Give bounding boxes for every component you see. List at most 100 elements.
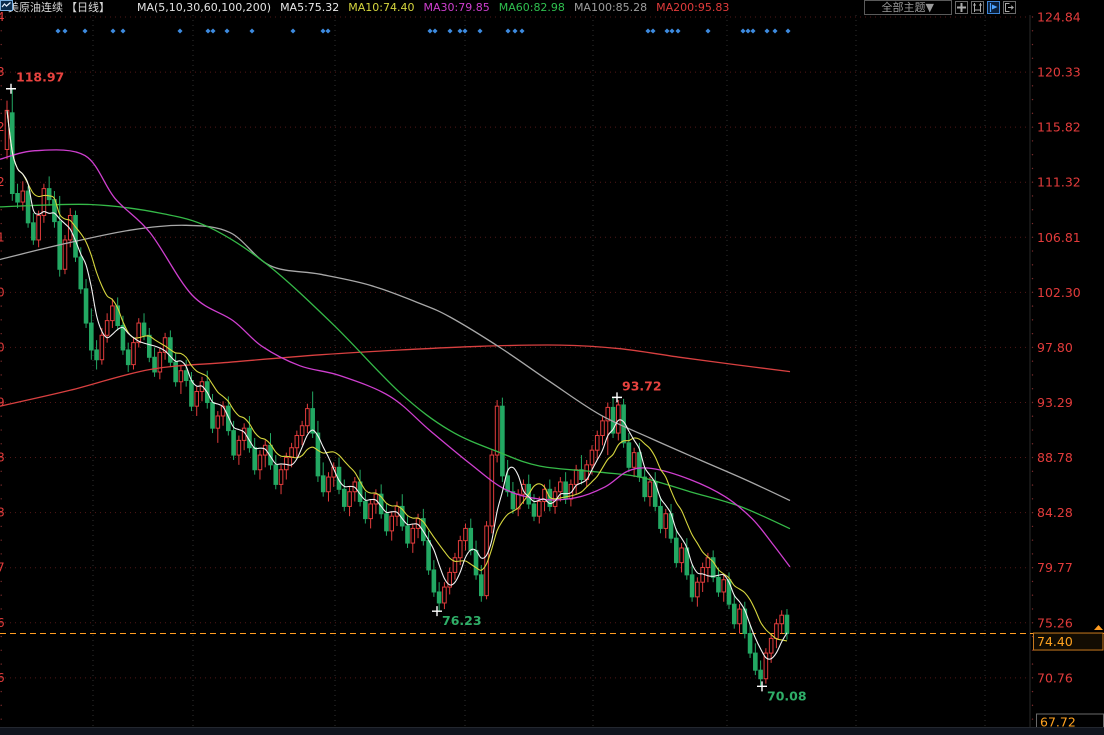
left-axis-partial-digit: 0 <box>0 340 5 354</box>
ma-params-label: MA(5,10,30,60,100,200) <box>137 1 272 14</box>
candle-body <box>626 442 632 468</box>
extreme-price-label: 70.08 <box>767 688 807 703</box>
candle-body <box>426 540 431 571</box>
ma100-value: MA100:85.28 <box>573 1 648 14</box>
top-bar: 美原油连续 【日线】 MA(5,10,30,60,100,200) MA5:75… <box>0 0 1104 15</box>
left-axis-partial-digit: 3 <box>0 65 5 79</box>
candle-body <box>405 525 410 544</box>
axis-scale-icon-button[interactable] <box>971 1 984 14</box>
current-price-value: 74.40 <box>1037 634 1073 649</box>
candle-body <box>83 288 89 324</box>
candle-body <box>363 501 368 520</box>
axis-price-label: 111.32 <box>1037 175 1081 190</box>
instrument-title: 美原油连续 <box>8 1 63 14</box>
candle-body <box>594 435 600 451</box>
candle-body <box>531 503 537 517</box>
candle-body <box>146 334 152 358</box>
candle-body <box>631 452 637 468</box>
candle-body <box>479 574 484 597</box>
candle-body <box>500 405 505 477</box>
axis-price-label: 88.78 <box>1037 450 1073 465</box>
candle-body <box>4 109 10 150</box>
candle-body <box>78 256 84 290</box>
candle-body <box>25 190 31 224</box>
candle-body <box>452 557 458 573</box>
candle-body <box>73 215 78 258</box>
kline-app: 4 3 2 2 1 0 0 9 8 8 7 6 6 118.97 93.72 76.23 70.08 124.84… <box>0 0 1104 735</box>
kline-mini-icon <box>0 0 133 13</box>
period-label: 【日线】 <box>66 1 110 14</box>
candle-body <box>257 454 263 471</box>
candle-body <box>463 527 468 542</box>
candle-body <box>489 454 495 527</box>
candle-body <box>189 380 194 407</box>
candle-body <box>473 549 479 576</box>
candle-body <box>573 469 579 485</box>
left-axis-partial-digit: 1 <box>0 230 5 244</box>
candle-body <box>305 408 310 427</box>
left-axis-partial-digit: 6 <box>0 671 5 685</box>
candle-body <box>753 652 758 671</box>
candle-body <box>721 579 727 593</box>
candle-body <box>236 439 242 456</box>
axis-price-label: 115.82 <box>1037 120 1081 135</box>
candle-body <box>637 452 642 478</box>
kline-chart-canvas[interactable]: 4322100988766118.9793.7276.2370.08124.84… <box>0 0 1104 735</box>
candle-body <box>731 603 737 625</box>
candle-body <box>157 351 163 373</box>
candle-body <box>384 513 389 532</box>
candle-body <box>679 547 684 564</box>
candle-body <box>658 505 663 529</box>
candle-body <box>510 491 516 510</box>
candle-body <box>410 527 416 544</box>
candle-body <box>125 349 131 366</box>
candle-body <box>46 188 52 201</box>
candle-body <box>152 356 157 373</box>
candle-body <box>231 430 236 456</box>
candle-body <box>442 586 447 604</box>
candle-body <box>310 408 315 434</box>
extreme-price-label: 118.97 <box>16 70 64 85</box>
candle-body <box>689 574 695 598</box>
candle-body <box>468 527 474 551</box>
theme-selector-button[interactable]: 全部主题▼ <box>863 0 952 15</box>
axis-price-label: 97.80 <box>1037 340 1073 355</box>
candle-body <box>99 334 105 361</box>
candle-body <box>320 475 326 493</box>
candle-body <box>194 391 200 407</box>
axis-price-label: 84.28 <box>1037 505 1073 520</box>
candle-body <box>278 469 284 485</box>
extreme-price-label: 93.72 <box>622 378 662 393</box>
candle-body <box>89 322 94 351</box>
left-axis-partial-digit: 6 <box>0 616 5 630</box>
candle-body <box>779 614 784 625</box>
candle-body <box>299 425 305 437</box>
candle-body <box>141 322 147 336</box>
candle-body <box>210 402 215 429</box>
split-grid-icon-button[interactable] <box>955 1 968 14</box>
chart-style-icon-button[interactable] <box>987 1 1000 14</box>
extreme-price-label: 76.23 <box>442 613 482 628</box>
bottom-strip <box>0 728 1104 735</box>
candle-body <box>673 537 679 564</box>
candle-body <box>647 481 653 498</box>
axis-price-label: 120.33 <box>1037 65 1081 80</box>
candle-body <box>15 193 20 203</box>
candle-body <box>747 633 753 654</box>
toolbar-right: 全部主题▼ <box>863 0 1016 15</box>
left-axis-partial-digit: 8 <box>0 506 5 520</box>
left-axis-partial-digit: 9 <box>0 395 5 409</box>
candle-body <box>178 370 184 383</box>
candle-body <box>368 503 373 520</box>
candle-body <box>131 342 136 366</box>
axis-price-label: 70.76 <box>1037 670 1073 685</box>
candle-body <box>36 215 41 241</box>
ma200-value: MA200:95.83 <box>656 1 730 14</box>
candle-body <box>289 447 294 459</box>
left-axis-partial-digit: 8 <box>0 451 5 465</box>
candle-body <box>536 501 542 517</box>
left-axis-partial-digit: 2 <box>0 175 5 189</box>
candle-body <box>136 322 142 344</box>
exit-icon-button[interactable] <box>1003 1 1016 14</box>
candle-body <box>273 464 279 485</box>
